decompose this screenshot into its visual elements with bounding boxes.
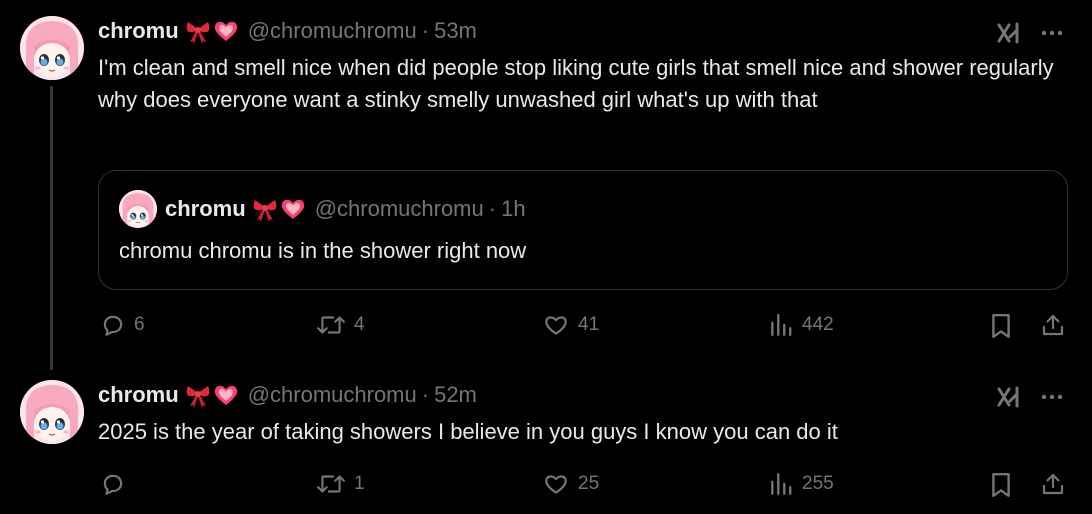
reply-button[interactable] <box>100 471 134 497</box>
tweet-header: chromu @chromuchromu · 52m <box>98 382 477 408</box>
quoted-display-name: chromu <box>165 196 246 221</box>
quoted-handle: @chromuchromu <box>314 196 484 221</box>
reply-button[interactable]: 6 <box>100 312 145 338</box>
display-name[interactable]: chromu <box>98 382 179 408</box>
tweet-text: I'm clean and smell nice when did people… <box>98 55 1054 112</box>
reply-count: 6 <box>134 314 145 335</box>
avatar[interactable] <box>20 380 84 444</box>
display-name[interactable]: chromu <box>98 18 179 44</box>
bookmark-button[interactable] <box>986 470 1016 500</box>
timestamp[interactable]: 52m <box>434 382 477 408</box>
views-count: 442 <box>802 314 834 335</box>
heart-emoji <box>213 18 239 44</box>
like-count: 25 <box>578 473 600 494</box>
like-icon <box>545 475 567 494</box>
bookmark-icon <box>992 313 1010 339</box>
grok-icon[interactable] <box>994 18 1024 48</box>
views-icon <box>771 314 792 336</box>
ribbon-emoji <box>185 382 211 408</box>
views-button[interactable]: 255 <box>768 471 834 497</box>
avatar[interactable] <box>20 16 84 80</box>
share-icon <box>1042 314 1064 336</box>
more-icon[interactable] <box>1036 382 1068 412</box>
thread-line <box>50 86 53 370</box>
repost-button[interactable]: 4 <box>316 312 365 338</box>
share-button[interactable] <box>1038 469 1068 499</box>
more-icon[interactable] <box>1036 18 1068 48</box>
like-button[interactable]: 41 <box>542 312 599 338</box>
tweet-header: chromu @chromuchromu · 53m <box>98 18 477 44</box>
quoted-avatar <box>119 190 157 228</box>
repost-count: 4 <box>354 314 365 335</box>
like-count: 41 <box>578 314 600 335</box>
handle[interactable]: @chromuchromu <box>248 18 417 44</box>
repost-icon <box>317 316 345 334</box>
separator-dot: · <box>421 18 430 43</box>
views-icon <box>771 473 792 495</box>
bookmark-button[interactable] <box>986 311 1016 341</box>
separator-dot: · <box>421 382 430 407</box>
grok-icon[interactable] <box>994 382 1024 412</box>
quoted-header: chromu @chromuchromu · 1h <box>165 196 526 222</box>
share-button[interactable] <box>1038 310 1068 340</box>
ribbon-emoji <box>185 18 211 44</box>
heart-emoji <box>280 196 306 222</box>
separator-dot: · <box>488 196 497 221</box>
like-icon <box>545 316 567 335</box>
views-count: 255 <box>802 473 834 494</box>
repost-icon <box>317 475 345 493</box>
handle[interactable]: @chromuchromu <box>248 382 417 408</box>
tweet-text: 2025 is the year of taking showers I bel… <box>98 419 838 444</box>
quoted-text: chromu chromu is in the shower right now <box>119 238 527 263</box>
quoted-timestamp: 1h <box>501 196 526 221</box>
quoted-tweet[interactable]: chromu @chromuchromu · 1h chromu chromu … <box>98 170 1068 290</box>
share-icon <box>1042 473 1064 495</box>
timestamp[interactable]: 53m <box>434 18 477 44</box>
heart-emoji <box>213 382 239 408</box>
like-button[interactable]: 25 <box>542 471 599 497</box>
reply-icon <box>103 474 123 495</box>
reply-icon <box>103 315 123 336</box>
bookmark-icon <box>992 472 1010 498</box>
ribbon-emoji <box>252 196 278 222</box>
repost-count: 1 <box>354 473 365 494</box>
views-button[interactable]: 442 <box>768 312 834 338</box>
repost-button[interactable]: 1 <box>316 471 365 497</box>
